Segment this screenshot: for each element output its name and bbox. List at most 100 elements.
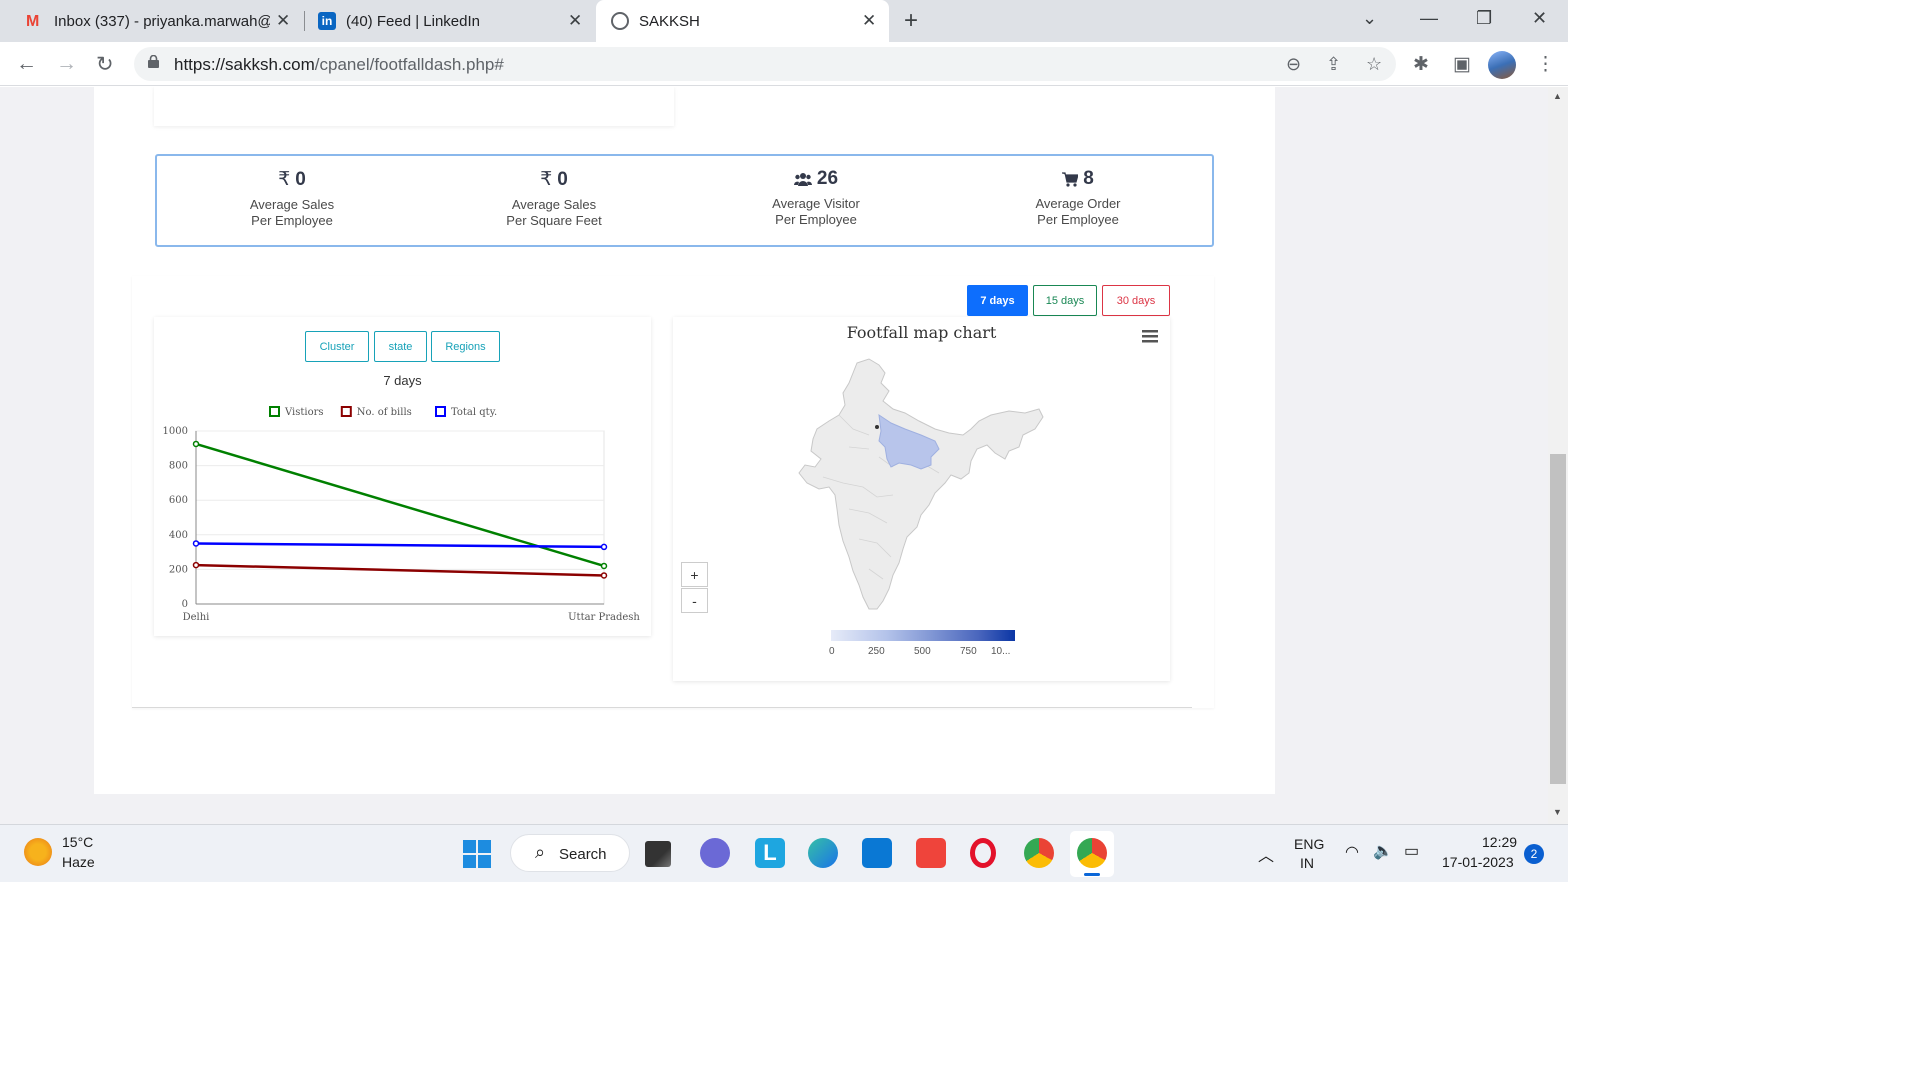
- tab-linkedin[interactable]: in (40) Feed | LinkedIn ✕: [310, 0, 590, 42]
- state-filter-button[interactable]: state: [374, 331, 427, 362]
- period-15days-button[interactable]: 15 days: [1033, 285, 1097, 316]
- scroll-thumb[interactable]: [1550, 454, 1566, 784]
- x-tick-label: Uttar Pradesh: [568, 612, 640, 623]
- minimize-icon[interactable]: —: [1420, 8, 1438, 29]
- chrome-icon[interactable]: [1024, 838, 1054, 868]
- edge-icon[interactable]: [808, 838, 838, 868]
- map-zoom-out-button[interactable]: -: [681, 588, 708, 613]
- stat-label: Per Employee: [251, 213, 333, 228]
- reload-icon[interactable]: ↻: [96, 52, 114, 77]
- weather-icon[interactable]: [24, 838, 52, 866]
- lock-icon: [148, 55, 159, 68]
- bookmark-star-icon[interactable]: ☆: [1366, 54, 1382, 75]
- cart-icon: [1062, 171, 1079, 187]
- address-bar[interactable]: https://sakksh.com/cpanel/footfalldash.p…: [134, 47, 1396, 81]
- chart-subtitle: 7 days: [383, 373, 422, 388]
- tab-title: (40) Feed | LinkedIn: [346, 12, 480, 30]
- legend-tick: 10...: [991, 646, 1011, 657]
- opera-icon[interactable]: [970, 838, 996, 868]
- data-point: [192, 540, 200, 547]
- extensions-icon[interactable]: ✱: [1413, 53, 1429, 76]
- stat-avg-sales-employee: ₹0 Average Sales Per Employee: [192, 168, 392, 229]
- y-tick-label: 400: [169, 530, 188, 541]
- weather-temp: 15°C: [62, 834, 94, 850]
- restore-icon[interactable]: ❐: [1476, 8, 1492, 29]
- page-viewport: ₹0 Average Sales Per Employee ₹0 Average …: [0, 87, 1548, 824]
- map-color-legend: [831, 630, 1015, 641]
- side-panel-icon[interactable]: ▣: [1453, 53, 1471, 76]
- close-tab-icon[interactable]: ✕: [276, 11, 290, 31]
- menu-icon[interactable]: ⋮: [1536, 53, 1555, 76]
- language-2[interactable]: IN: [1300, 855, 1314, 871]
- battery-icon[interactable]: ▭: [1404, 841, 1419, 861]
- taskbar-search[interactable]: ⌕ Search: [510, 834, 630, 872]
- chrome-active-icon[interactable]: [1070, 831, 1114, 877]
- mail-icon[interactable]: [862, 838, 892, 868]
- y-tick-label: 1000: [163, 426, 188, 437]
- gmail-icon: M: [26, 13, 40, 30]
- stat-value: 0: [295, 168, 306, 190]
- forward-icon[interactable]: →: [56, 52, 77, 76]
- language-1[interactable]: ENG: [1294, 836, 1324, 852]
- notification-badge[interactable]: 2: [1524, 844, 1544, 864]
- clock-time[interactable]: 12:29: [1482, 834, 1517, 850]
- y-tick-label: 0: [182, 599, 188, 610]
- wifi-icon[interactable]: ◠: [1345, 842, 1359, 862]
- stat-label: Average Order: [1035, 196, 1121, 211]
- legend-swatch: [435, 406, 446, 417]
- tab-sakksh[interactable]: SAKKSH ✕: [596, 0, 889, 42]
- new-tab-button[interactable]: +: [904, 7, 918, 35]
- india-map-outline: [798, 358, 1044, 610]
- stat-label: Average Sales: [249, 197, 335, 212]
- legend-label: No. of bills: [357, 407, 412, 418]
- close-window-icon[interactable]: ✕: [1532, 8, 1547, 29]
- stat-value: 0: [557, 168, 568, 190]
- stats-box: ₹0 Average Sales Per Employee ₹0 Average …: [155, 154, 1214, 247]
- task-view-icon[interactable]: [645, 841, 671, 867]
- stat-label: Average Sales: [511, 197, 597, 212]
- weather-desc: Haze: [62, 854, 95, 870]
- tab-title: Inbox (337) - priyanka.marwah@: [54, 12, 270, 30]
- data-point: [600, 572, 608, 579]
- anydesk-icon[interactable]: [916, 838, 946, 868]
- scroll-down-icon[interactable]: ▼: [1553, 807, 1562, 817]
- search-icon: ⌕: [535, 842, 546, 862]
- url-host: https://sakksh.com: [174, 55, 315, 74]
- x-tick-label: Delhi: [183, 612, 210, 623]
- tab-gmail[interactable]: M Inbox (337) - priyanka.marwah@ ✕: [20, 0, 300, 42]
- period-30days-button[interactable]: 30 days: [1102, 285, 1170, 316]
- cluster-filter-button[interactable]: Cluster: [305, 331, 369, 362]
- back-icon[interactable]: ←: [16, 52, 37, 76]
- series-line: [195, 442, 605, 568]
- india-map[interactable]: [673, 317, 1170, 681]
- globe-icon: [611, 12, 629, 30]
- stat-value: 26: [816, 168, 839, 189]
- scroll-up-icon[interactable]: ▲: [1553, 91, 1562, 101]
- page-scrollbar[interactable]: ▲ ▼: [1548, 87, 1568, 824]
- top-card: [154, 87, 674, 126]
- plot-area: [195, 430, 605, 605]
- share-icon[interactable]: ⇪: [1326, 54, 1341, 75]
- volume-icon[interactable]: 🔈: [1373, 841, 1393, 861]
- close-tab-icon[interactable]: ✕: [862, 11, 876, 31]
- l-app-icon[interactable]: L: [755, 838, 785, 868]
- map-zoom-in-button[interactable]: +: [681, 562, 708, 587]
- stat-label: Per Employee: [1037, 212, 1119, 227]
- tray-overflow-icon[interactable]: ︿: [1258, 842, 1274, 866]
- line-chart-card: Cluster state Regions 7 days 0 200 400 600 8…: [154, 317, 651, 636]
- stat-label: Per Square Feet: [506, 213, 602, 228]
- windows-taskbar: 15°C Haze ⌕ Search L ︿ ENG IN ◠ 🔈 ▭ 12:2…: [0, 824, 1568, 882]
- regions-filter-button[interactable]: Regions: [431, 331, 500, 362]
- zoom-icon[interactable]: ⊖: [1286, 54, 1301, 75]
- legend-label: Total qty.: [451, 407, 497, 418]
- tab-search-icon[interactable]: ⌄: [1362, 8, 1377, 29]
- legend-tick: 0: [829, 646, 835, 657]
- clock-date[interactable]: 17-01-2023: [1442, 854, 1514, 870]
- teams-chat-icon[interactable]: [700, 838, 730, 868]
- period-7days-button[interactable]: 7 days: [967, 285, 1028, 316]
- rupee-icon: ₹: [278, 169, 291, 190]
- profile-avatar[interactable]: [1488, 51, 1516, 79]
- delhi-marker[interactable]: [875, 425, 879, 429]
- start-button[interactable]: [463, 840, 491, 868]
- close-tab-icon[interactable]: ✕: [568, 11, 582, 31]
